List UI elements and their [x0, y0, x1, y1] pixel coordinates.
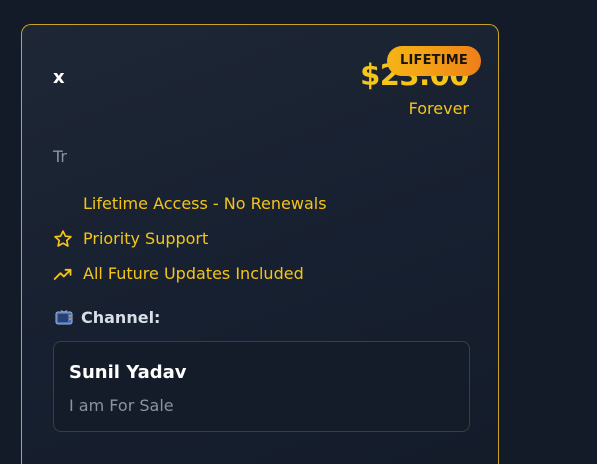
- plan-card[interactable]: x $23.00 LIFETIME Forever Tr Lifetime Ac…: [21, 24, 499, 464]
- trending-up-icon: [53, 264, 73, 284]
- plan-description: Tr: [53, 147, 67, 166]
- channel-label: Channel:: [81, 308, 161, 327]
- channel-name: Sunil Yadav: [69, 362, 187, 383]
- feature-label: Priority Support: [83, 229, 209, 248]
- feature-label: All Future Updates Included: [83, 264, 304, 283]
- channel-card[interactable]: Sunil Yadav I am For Sale: [53, 341, 470, 432]
- feature-icon-placeholder: [53, 194, 73, 214]
- channel-heading: Channel:: [55, 308, 160, 328]
- feature-item-lifetime-access: Lifetime Access - No Renewals: [53, 193, 327, 215]
- star-icon: [53, 229, 73, 249]
- plan-period: Forever: [408, 99, 469, 118]
- feature-label: Lifetime Access - No Renewals: [83, 194, 327, 213]
- feature-item-priority-support: Priority Support: [53, 228, 208, 250]
- tv-icon: [55, 310, 73, 326]
- feature-item-future-updates: All Future Updates Included: [53, 263, 304, 285]
- plan-name: x: [53, 67, 65, 88]
- lifetime-badge: LIFETIME: [387, 46, 481, 76]
- channel-description: I am For Sale: [69, 396, 174, 415]
